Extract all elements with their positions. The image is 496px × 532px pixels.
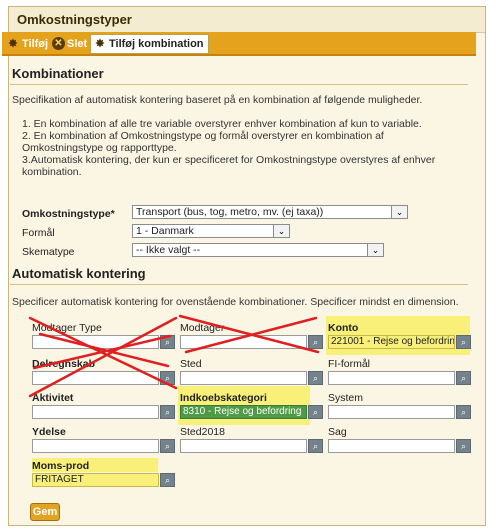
delete-button[interactable]: ✕ Slet xyxy=(52,35,87,53)
search-icon[interactable]: ⌕ xyxy=(456,371,471,385)
omkostningstype-select[interactable]: Transport (bus, tog, metro, mv. (ej taxa… xyxy=(132,205,408,219)
search-icon[interactable]: ⌕ xyxy=(456,439,471,453)
fi-formaal-input[interactable] xyxy=(328,371,455,385)
kombinationer-heading: Kombinationer xyxy=(12,66,104,81)
sag-input[interactable] xyxy=(328,439,455,453)
add-combination-button[interactable]: ✸ Tilføj kombination xyxy=(90,34,209,54)
add-button[interactable]: ✸ Tilføj xyxy=(6,35,48,53)
star-icon: ✸ xyxy=(8,38,18,50)
rule-1: 1. En kombination af alle tre variable o… xyxy=(22,118,422,130)
skematype-label: Skematype xyxy=(22,246,75,258)
search-icon[interactable]: ⌕ xyxy=(308,335,323,349)
chevron-down-icon: ⌄ xyxy=(391,206,407,218)
indkoebskategori-input[interactable]: 8310 - Rejse og befordring xyxy=(180,405,307,419)
delregnskab-input[interactable] xyxy=(32,371,159,385)
rule-2-cont: Omkostningstype og rapporttype. xyxy=(22,142,177,154)
close-circle-icon: ✕ xyxy=(52,37,65,50)
chevron-down-icon: ⌄ xyxy=(367,244,383,256)
search-icon[interactable]: ⌕ xyxy=(308,439,323,453)
search-icon[interactable]: ⌕ xyxy=(308,405,323,419)
search-icon[interactable]: ⌕ xyxy=(160,335,175,349)
search-icon[interactable]: ⌕ xyxy=(308,371,323,385)
sted2018-input[interactable] xyxy=(180,439,307,453)
kombinationer-description: Specifikation af automatisk kontering ba… xyxy=(12,94,423,106)
rule-3-cont: kombination. xyxy=(22,166,82,178)
search-icon[interactable]: ⌕ xyxy=(456,405,471,419)
omkostningstype-label: Omkostningstype* xyxy=(22,208,115,220)
search-icon[interactable]: ⌕ xyxy=(160,371,175,385)
search-icon[interactable]: ⌕ xyxy=(160,405,175,419)
modtager-type-input[interactable] xyxy=(32,335,159,349)
window-title: Omkostningstyper xyxy=(9,7,485,33)
toolbar: ✸ Tilføj ✕ Slet ✸ Tilføj kombination xyxy=(2,32,476,56)
konto-input[interactable]: 221001 - Rejse og befordring xyxy=(328,335,455,349)
ydelse-input[interactable] xyxy=(32,439,159,453)
modtager-input[interactable] xyxy=(180,335,307,349)
kontering-heading: Automatisk kontering xyxy=(12,266,146,281)
star-icon: ✸ xyxy=(95,38,105,50)
formaal-select[interactable]: 1 - Danmark ⌄ xyxy=(132,224,290,238)
search-icon[interactable]: ⌕ xyxy=(160,473,175,487)
search-icon[interactable]: ⌕ xyxy=(160,439,175,453)
save-button[interactable]: Gem xyxy=(30,503,60,521)
skematype-select[interactable]: -- Ikke valgt -- ⌄ xyxy=(132,243,384,257)
search-icon[interactable]: ⌕ xyxy=(456,335,471,349)
rule-3: 3.Automatisk kontering, der kun er speci… xyxy=(22,154,436,166)
system-input[interactable] xyxy=(328,405,455,419)
divider xyxy=(10,284,468,285)
chevron-down-icon: ⌄ xyxy=(273,225,289,237)
aktivitet-input[interactable] xyxy=(32,405,159,419)
sted-input[interactable] xyxy=(180,371,307,385)
moms-prod-input[interactable]: FRITAGET xyxy=(32,473,159,487)
formaal-label: Formål xyxy=(22,227,55,239)
kontering-description: Specificer automatisk kontering for oven… xyxy=(12,296,459,308)
rule-2: 2. En kombination af Omkostningstype og … xyxy=(22,130,384,142)
divider xyxy=(10,84,468,85)
